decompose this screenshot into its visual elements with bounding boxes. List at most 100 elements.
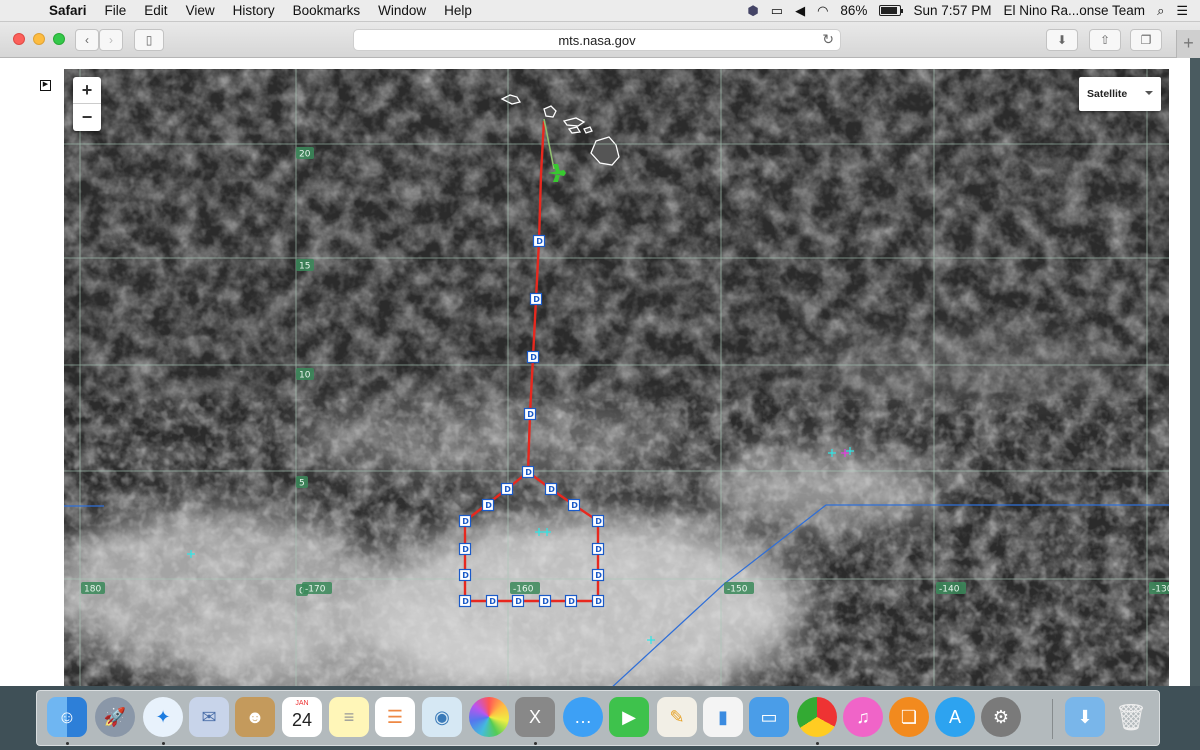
menu-safari[interactable]: Safari (40, 3, 96, 18)
waypoint-marker[interactable]: D (591, 542, 605, 556)
app-status-icon[interactable]: ⬢ (747, 3, 758, 19)
menu-history[interactable]: History (224, 3, 284, 18)
menu-edit[interactable]: Edit (135, 3, 176, 18)
wifi-icon[interactable]: ◠ (817, 3, 828, 19)
new-tab-button[interactable]: + (1176, 30, 1200, 58)
close-window-button[interactable] (13, 33, 25, 45)
lat-label: 5 (299, 479, 305, 489)
waypoint-label: D (595, 545, 602, 554)
waypoint-label: D (489, 597, 496, 606)
waypoint-label: D (571, 501, 578, 510)
sidebar-button[interactable]: ▯ (134, 29, 164, 51)
downloads-folder-icon[interactable]: ⬇ (1065, 697, 1105, 737)
maps-icon[interactable]: ◉ (422, 697, 462, 737)
spotlight-search-icon[interactable]: ⌕ (1157, 3, 1164, 19)
waypoint-label: D (548, 485, 555, 494)
waypoint-marker[interactable]: D (567, 498, 581, 512)
waypoint-label: D (595, 571, 602, 580)
lat-label: 10 (299, 371, 311, 381)
ibooks-icon[interactable]: ❏ (889, 697, 929, 737)
lon-label: -140 (939, 585, 960, 595)
zoom-window-button[interactable] (53, 33, 65, 45)
airplay-icon[interactable]: ▭ (771, 3, 783, 19)
trash-icon[interactable]: 🗑 (1111, 697, 1151, 737)
waypoint-marker[interactable]: D (526, 350, 540, 364)
chrome-icon[interactable] (797, 697, 837, 737)
waypoint-marker[interactable]: D (544, 482, 558, 496)
menu-bar: Safari File Edit View History Bookmarks … (0, 0, 1200, 22)
waypoint-marker[interactable]: D (591, 514, 605, 528)
chevron-right-icon: › (109, 33, 113, 47)
safari-icon[interactable]: ✦ (143, 697, 183, 737)
waypoint-label: D (525, 468, 532, 477)
desktop-edge (1190, 58, 1200, 690)
waypoint-marker[interactable]: D (532, 234, 546, 248)
waypoint-marker[interactable]: D (485, 594, 499, 608)
battery-icon[interactable] (879, 5, 904, 16)
battery-percent[interactable]: 86% (840, 3, 867, 18)
map-canvas[interactable]: 20151050180-170-160-150-140-130 DDDDDDDD… (64, 69, 1169, 690)
mail-icon[interactable]: ✉ (189, 697, 229, 737)
messages-icon[interactable]: … (563, 697, 603, 737)
waypoint-marker[interactable]: D (523, 407, 537, 421)
waypoint-marker[interactable]: D (529, 292, 543, 306)
reload-icon[interactable]: ↻ (822, 31, 834, 48)
launchpad-icon[interactable]: 🚀 (95, 697, 135, 737)
lon-label: -150 (727, 585, 748, 595)
app-store-icon[interactable]: A (935, 697, 975, 737)
minimize-window-button[interactable] (33, 33, 45, 45)
menu-bookmarks[interactable]: Bookmarks (284, 3, 370, 18)
waypoint-marker[interactable]: D (591, 568, 605, 582)
back-button[interactable]: ‹ (75, 29, 99, 51)
layer-select[interactable]: Satellite (1079, 77, 1161, 111)
notification-center-icon[interactable]: ☰ (1176, 3, 1188, 19)
address-bar[interactable]: mts.nasa.gov ↻ (353, 29, 841, 51)
menubar-clock[interactable]: Sun 7:57 PM (913, 3, 991, 18)
waypoint-marker[interactable]: D (521, 465, 535, 479)
waypoint-marker[interactable]: D (458, 542, 472, 556)
zoom-out-button[interactable]: − (73, 104, 101, 131)
keynote-icon[interactable]: ▭ (749, 697, 789, 737)
waypoint-marker[interactable]: D (564, 594, 578, 608)
downloads-button[interactable]: ⬇ (1046, 29, 1078, 51)
pages-icon[interactable]: ✎ (657, 697, 697, 737)
menu-view[interactable]: View (177, 3, 224, 18)
contacts-icon[interactable]: ☻ (235, 697, 275, 737)
waypoint-label: D (595, 517, 602, 526)
volume-icon[interactable]: ◀ (795, 3, 805, 19)
facetime-icon[interactable]: ▶ (609, 697, 649, 737)
calendar-icon[interactable]: JAN 24 (282, 697, 322, 737)
waypoint-marker[interactable]: D (458, 594, 472, 608)
photos-icon[interactable] (469, 697, 509, 737)
waypoint-marker[interactable]: D (481, 498, 495, 512)
numbers-icon[interactable]: ▮ (703, 697, 743, 737)
reminders-icon[interactable]: ☰ (375, 697, 415, 737)
calendar-month: JAN (295, 700, 309, 707)
zoom-in-button[interactable]: + (73, 77, 101, 104)
waypoint-marker[interactable]: D (538, 594, 552, 608)
x11-icon[interactable]: X (515, 697, 555, 737)
waypoint-marker[interactable]: D (458, 568, 472, 582)
url-text: mts.nasa.gov (558, 32, 636, 48)
lon-label: -160 (513, 585, 534, 595)
waypoint-marker[interactable]: D (458, 514, 472, 528)
waypoint-label: D (568, 597, 575, 606)
menu-file[interactable]: File (96, 3, 136, 18)
menubar-window-title[interactable]: El Nino Ra...onse Team (1003, 3, 1145, 18)
waypoint-marker[interactable]: D (591, 594, 605, 608)
waypoint-label: D (485, 501, 492, 510)
tabs-overview-button[interactable]: ❐ (1130, 29, 1162, 51)
panel-toggle-icon[interactable]: ▶ (40, 80, 51, 91)
share-button[interactable]: ⇧ (1089, 29, 1121, 51)
notes-icon[interactable]: ≡ (329, 697, 369, 737)
itunes-icon[interactable]: ♫ (843, 697, 883, 737)
layer-select-value: Satellite (1087, 88, 1128, 100)
system-preferences-icon[interactable]: ⚙ (981, 697, 1021, 737)
forward-button[interactable]: › (99, 29, 123, 51)
satellite-map[interactable]: 20151050180-170-160-150-140-130 DDDDDDDD… (64, 69, 1169, 690)
waypoint-marker[interactable]: D (500, 482, 514, 496)
waypoint-marker[interactable]: D (511, 594, 525, 608)
menu-help[interactable]: Help (435, 3, 481, 18)
menu-window[interactable]: Window (369, 3, 435, 18)
finder-icon[interactable]: ☺ (47, 697, 87, 737)
